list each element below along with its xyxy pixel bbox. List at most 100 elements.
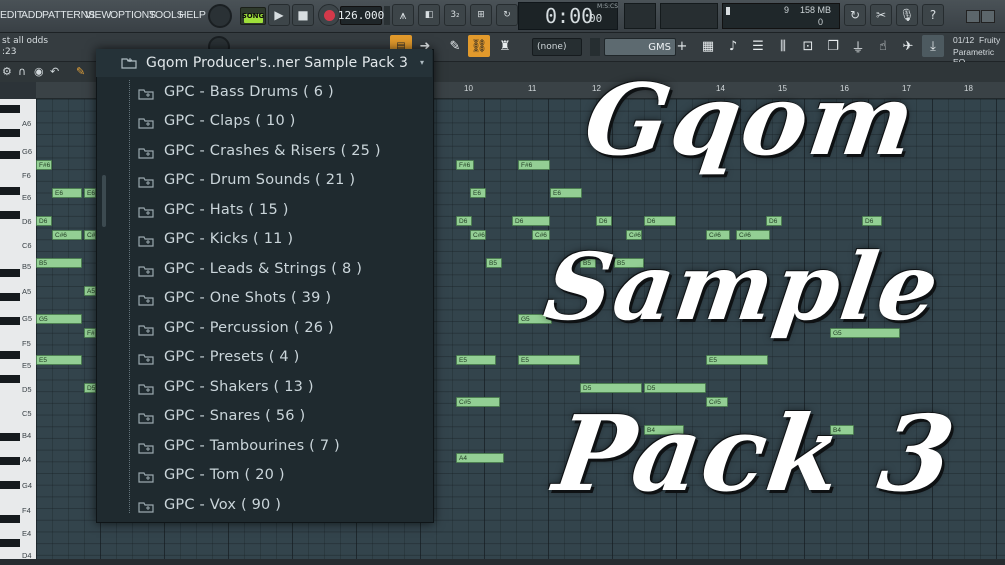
tempo-fine-tune[interactable] [384,6,390,25]
step-edit-button[interactable]: ⊞ [470,4,492,26]
note[interactable]: C#5 [456,397,500,407]
browser-item-presets[interactable]: GPC - Presets ( 4 ) [164,349,300,365]
folder-icon [138,118,154,129]
copy-icon: ❐ [827,38,839,54]
channel-settings-button[interactable]: ⊡ [797,35,819,57]
note[interactable]: C#6 [84,230,96,240]
note[interactable]: E6 [550,188,582,198]
dropdown-arrow-icon[interactable]: ▾ [420,58,424,67]
draw-tool-button[interactable]: ✎ [444,35,466,57]
browser-folder-title[interactable]: Gqom Producer's..ner Sample Pack 3 [146,55,408,71]
menu-edit[interactable]: EDIT [0,9,23,21]
browser-item-one-shots[interactable]: GPC - One Shots ( 39 ) [164,290,331,306]
note[interactable]: F#6 [456,160,474,170]
mixer-button[interactable]: ⫼ [772,35,794,57]
stop-button[interactable]: ■ [292,4,314,26]
horizontal-scrollbar[interactable] [0,559,1005,565]
note[interactable]: D6 [512,216,550,226]
menu-view[interactable]: VIEW [85,9,111,21]
pencil-tool-icon[interactable]: ✎ [76,65,85,78]
metronome-button[interactable]: ⩚ [392,4,414,26]
note[interactable]: D6 [862,216,882,226]
pattern-selector[interactable]: (none) [532,38,582,56]
note[interactable]: D6 [644,216,676,226]
tools-button[interactable]: ✂ [870,4,892,26]
note[interactable]: F#6 [36,160,52,170]
record-button[interactable] [318,4,340,26]
help-button[interactable]: ? [922,4,944,26]
browser-item-crashes-risers[interactable]: GPC - Crashes & Risers ( 25 ) [164,143,381,159]
note[interactable]: D6 [596,216,612,226]
folder-icon [138,266,154,277]
restore-button[interactable] [981,10,995,23]
touch-controller-button[interactable]: ☝ [872,35,894,57]
download-button[interactable]: ⤓ [922,35,944,57]
playlist-button[interactable]: ▦ [697,35,719,57]
minimize-button[interactable] [966,10,980,23]
link-button[interactable]: ⛓ [468,35,490,57]
record-audio-button[interactable]: 🎙 [896,4,918,26]
browser-item-tambourines[interactable]: GPC - Tambourines ( 7 ) [164,438,340,454]
plugin-picker-button[interactable]: ⏚ [847,35,869,57]
menu-add[interactable]: ADD [21,9,43,21]
browser-item-tom[interactable]: GPC - Tom ( 20 ) [164,467,285,483]
note[interactable]: E5 [706,355,768,365]
browser-item-vox[interactable]: GPC - Vox ( 90 ) [164,497,281,513]
typing-keyboard-button[interactable]: ♜ [494,35,516,57]
note[interactable]: C#6 [470,230,486,240]
note[interactable]: E5 [36,355,82,365]
note[interactable]: F#5 [84,328,96,338]
note[interactable]: C#6 [532,230,550,240]
key-label: C6 [22,241,32,250]
note[interactable]: E5 [518,355,580,365]
note[interactable]: D5 [84,383,96,393]
browser-item-claps[interactable]: GPC - Claps ( 10 ) [164,113,296,129]
metronome-icon: ⩚ [399,7,407,22]
browser-item-snares[interactable]: GPC - Snares ( 56 ) [164,408,305,424]
channel-rack-button[interactable]: ☰ [747,35,769,57]
pattern-selector-arrow[interactable] [590,38,600,56]
browser-button[interactable]: ❐ [822,35,844,57]
record-mode-icon[interactable]: ◉ [34,65,44,78]
piano-keyboard[interactable]: A6 G6 F6 E6 D6 C6 B5 A5 G5 F5 E5 D5 C5 B… [0,99,36,560]
note[interactable]: B5 [36,258,82,268]
magnet-icon[interactable]: ∩ [18,65,26,78]
master-volume-knob[interactable] [208,4,232,28]
wait-input-button[interactable]: ◧ [418,4,440,26]
browser-item-kicks[interactable]: GPC - Kicks ( 11 ) [164,231,293,247]
note[interactable]: A5 [84,286,96,296]
browser-item-shakers[interactable]: GPC - Shakers ( 13 ) [164,379,314,395]
piano-roll-button[interactable]: ♪ [722,35,744,57]
browser-item-leads-strings[interactable]: GPC - Leads & Strings ( 8 ) [164,261,362,277]
hint-panel [624,3,656,29]
browser-item-bass-drums[interactable]: GPC - Bass Drums ( 6 ) [164,84,334,100]
browser-item-hats[interactable]: GPC - Hats ( 15 ) [164,202,289,218]
note[interactable]: F#6 [518,160,550,170]
scale-selector[interactable]: GMS [604,38,676,56]
note[interactable]: E5 [456,355,496,365]
countdown-button[interactable]: 3₂ [444,4,466,26]
wrench-icon[interactable]: ⚙ [2,65,12,78]
note[interactable]: C#6 [52,230,82,240]
note[interactable]: E6 [84,188,96,198]
tempo-display[interactable]: 126.000 [338,6,384,25]
project-info-button[interactable]: ✈ [897,35,919,57]
loop-record-button[interactable]: ↻ [496,4,518,26]
note[interactable]: A4 [456,453,504,463]
note[interactable]: D6 [766,216,782,226]
browser-item-percussion[interactable]: GPC - Percussion ( 26 ) [164,320,334,336]
browser-item-drum-sounds[interactable]: GPC - Drum Sounds ( 21 ) [164,172,355,188]
undo-icon[interactable]: ↶ [50,65,59,78]
note[interactable]: E6 [470,188,486,198]
note[interactable]: E6 [52,188,82,198]
note[interactable]: G5 [36,314,82,324]
pat-song-toggle[interactable]: SONG [240,7,266,25]
menu-help[interactable]: HELP [179,9,206,21]
undo-history-button[interactable]: ↻ [844,4,866,26]
note[interactable]: D6 [36,216,52,226]
add-button[interactable]: + [676,35,688,57]
note[interactable]: B5 [486,258,502,268]
play-button[interactable]: ▶ [268,4,290,26]
pencil-icon: ✎ [449,38,461,54]
note[interactable]: D6 [456,216,472,226]
